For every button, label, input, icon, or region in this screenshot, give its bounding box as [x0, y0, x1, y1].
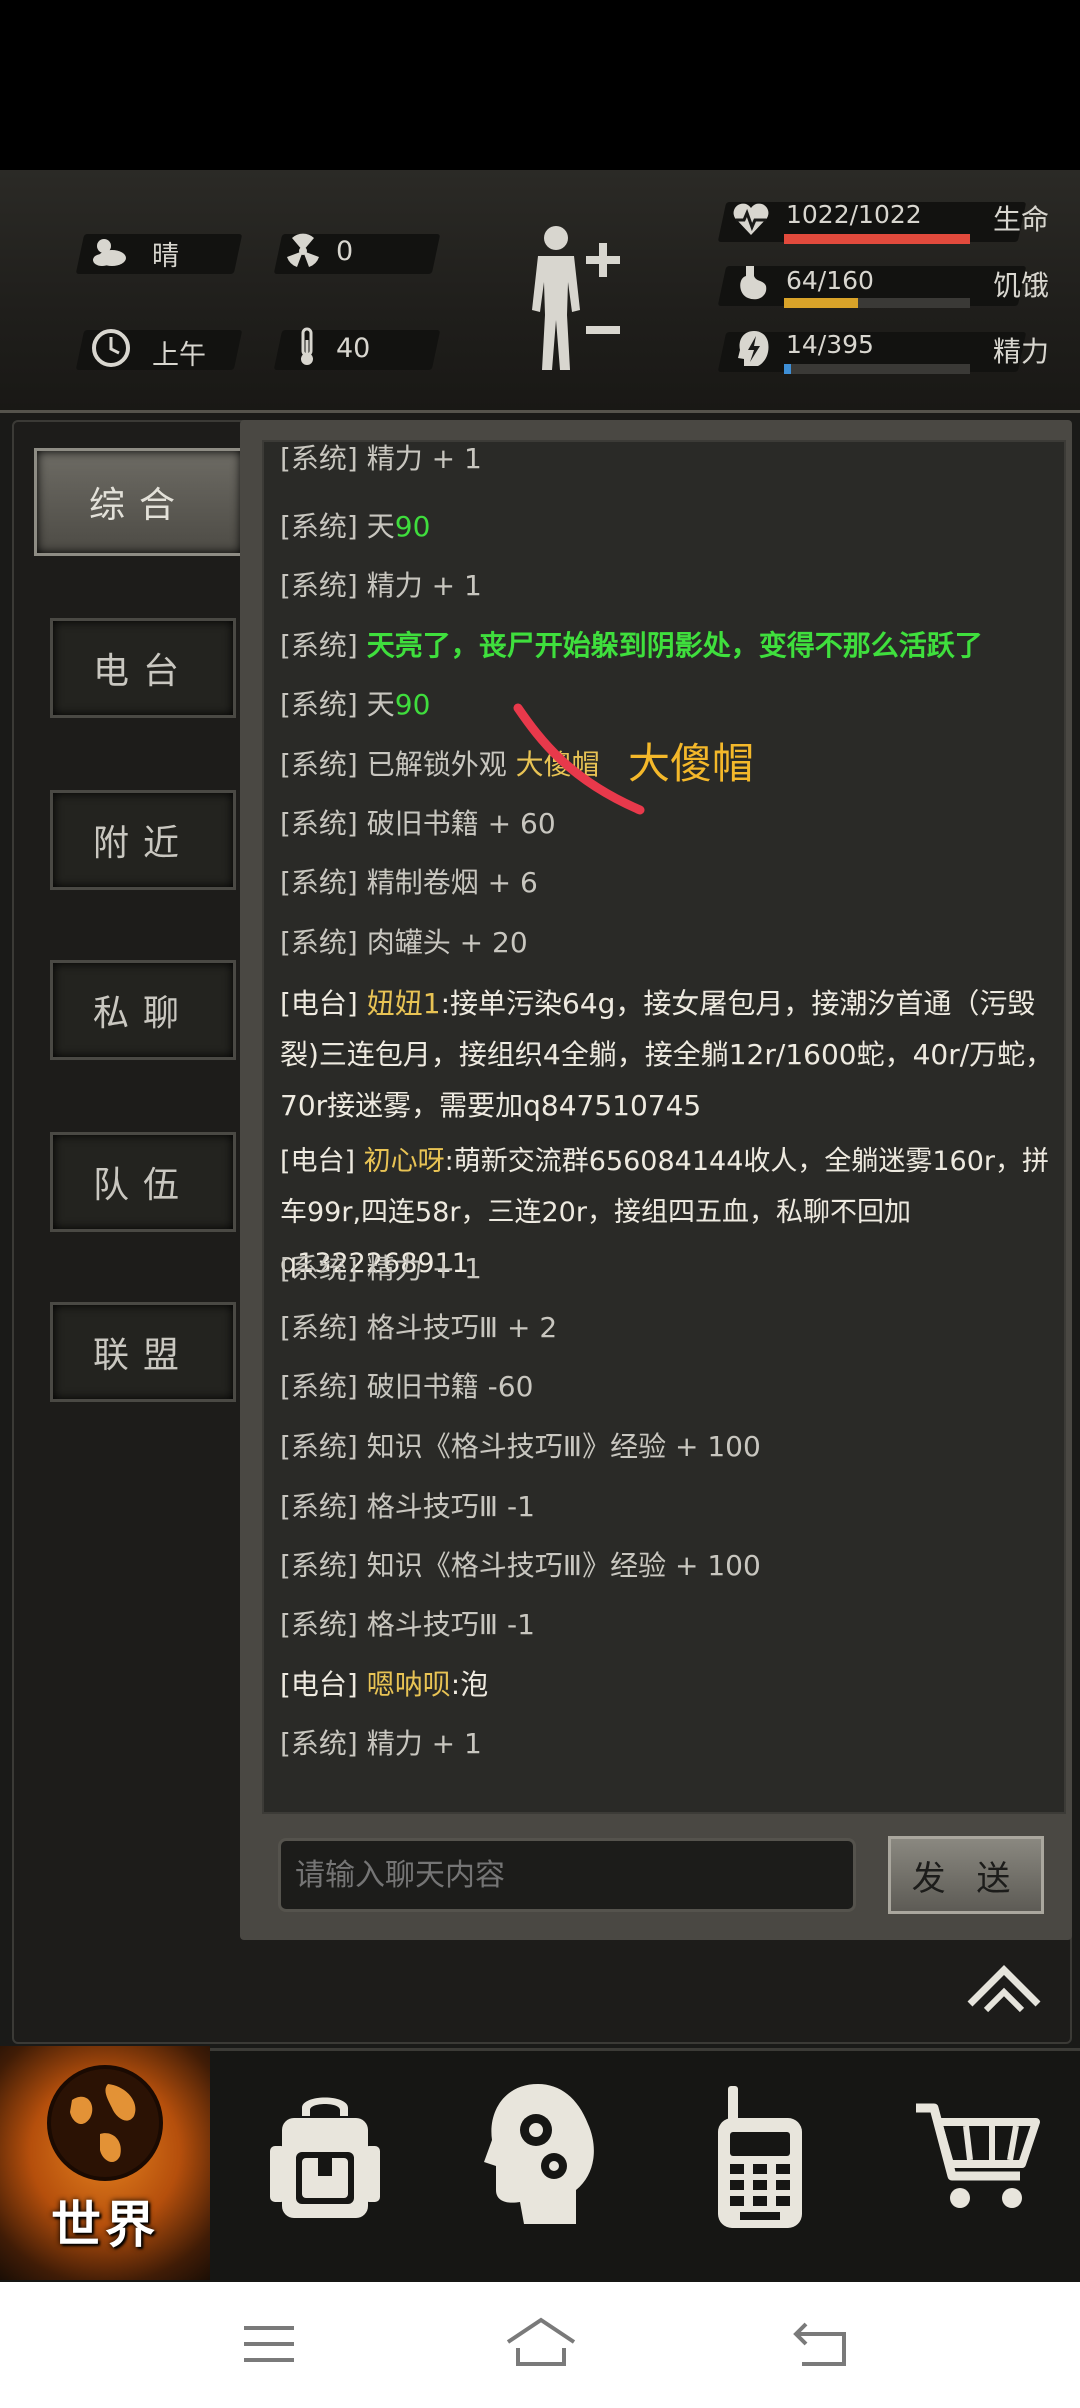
life-bar	[784, 234, 970, 244]
tab-team[interactable]: 队伍	[50, 1132, 236, 1232]
status-bar-area	[0, 0, 1080, 170]
chat-message: [系统] 格斗技巧Ⅲ + 2	[280, 1311, 558, 1344]
backpack-icon[interactable]	[262, 2088, 388, 2228]
cart-icon[interactable]	[912, 2098, 1042, 2216]
chat-message: [系统] 精力 + 1	[280, 1252, 482, 1285]
radiation-value: 0	[336, 236, 354, 267]
body-figure-icon[interactable]	[520, 220, 630, 380]
chat-message: [系统] 破旧书籍 -60	[280, 1370, 534, 1403]
chat-message: [系统] 格斗技巧Ⅲ -1	[280, 1608, 535, 1641]
chat-message: [系统] 肉罐头 + 20	[280, 926, 528, 959]
radiation-icon	[287, 233, 319, 267]
energy-value: 14/395	[786, 330, 874, 359]
hunger-bar	[784, 298, 970, 308]
clock-icon	[92, 329, 130, 367]
weather-icon	[93, 239, 126, 266]
walkie-talkie-icon[interactable]	[712, 2082, 808, 2232]
hunger-label: 饥饿	[993, 269, 1050, 302]
chat-message: [系统] 精力 + 1	[280, 569, 482, 602]
chat-message: [系统] 知识《格斗技巧Ⅲ》经验 + 100	[280, 1430, 761, 1463]
energy-head-bolt-icon	[738, 331, 769, 366]
chat-message: [系统] 格斗技巧Ⅲ -1	[280, 1490, 535, 1523]
tab-alliance[interactable]: 联盟	[50, 1302, 236, 1402]
chat-message: [系统] 破旧书籍 + 60	[280, 807, 556, 840]
chat-message: [系统] 精力 + 1	[280, 1727, 482, 1760]
head-gears-icon[interactable]	[480, 2078, 600, 2228]
world-globe-icon	[47, 2065, 163, 2181]
chat-message-radio: [电台] 妞妞1:接单污染64g，接女屠包月，接潮汐首通（污毁裂)三连包月，接组…	[280, 987, 1054, 1122]
stomach-icon	[740, 266, 767, 300]
energy-bar-fill	[784, 364, 791, 374]
annotation-label: 大傻帽	[628, 739, 755, 788]
chat-message: [系统] 天90	[280, 688, 431, 721]
chat-message: [系统] 知识《格斗技巧Ⅲ》经验 + 100	[280, 1549, 761, 1582]
thermometer-icon	[301, 327, 313, 365]
home-icon[interactable]	[504, 2314, 578, 2370]
back-icon[interactable]	[792, 2318, 854, 2370]
chat-message: [系统] 精制卷烟 + 6	[280, 866, 538, 899]
hunger-bar-fill	[784, 298, 859, 308]
chat-message: [系统] 天90	[280, 510, 431, 543]
chat-message-radio: [电台] 嗯呐呗:泡	[280, 1668, 489, 1701]
tab-general[interactable]: 综合	[34, 448, 244, 556]
hunger-value: 64/160	[786, 266, 874, 295]
time-of-day-text: 上午	[152, 340, 206, 371]
heart-icon	[733, 203, 769, 235]
chat-log[interactable]: [系统] 精力 + 1 [系统] 天90 [系统] 精力 + 1 [系统] 天亮…	[262, 440, 1066, 1814]
system-navigation-bar	[0, 2282, 1080, 2408]
tab-nearby[interactable]: 附近	[50, 790, 236, 890]
life-value: 1022/1022	[786, 200, 922, 229]
chat-message: [系统] 精力 + 1	[280, 442, 482, 475]
tab-private-chat[interactable]: 私聊	[50, 960, 236, 1060]
hud-panel: 晴 0 上午 40 1022/1022 生命 64/160 饥饿 14/395 …	[0, 170, 1080, 413]
nav-world-label: 世界	[51, 2196, 159, 2254]
energy-label: 精力	[993, 335, 1050, 368]
temperature-value: 40	[336, 333, 371, 364]
weather-text: 晴	[152, 241, 179, 272]
life-bar-fill	[784, 234, 970, 244]
life-label: 生命	[993, 203, 1050, 236]
tab-radio[interactable]: 电台	[50, 618, 236, 718]
chat-input[interactable]	[278, 1838, 856, 1912]
send-button[interactable]: 发 送	[888, 1836, 1044, 1914]
menu-icon[interactable]	[242, 2322, 298, 2368]
energy-bar	[784, 364, 970, 374]
collapse-up-icon[interactable]	[964, 1960, 1044, 2016]
chat-message: [系统] 天亮了，丧尸开始躲到阴影处，变得不那么活跃了	[280, 629, 983, 662]
